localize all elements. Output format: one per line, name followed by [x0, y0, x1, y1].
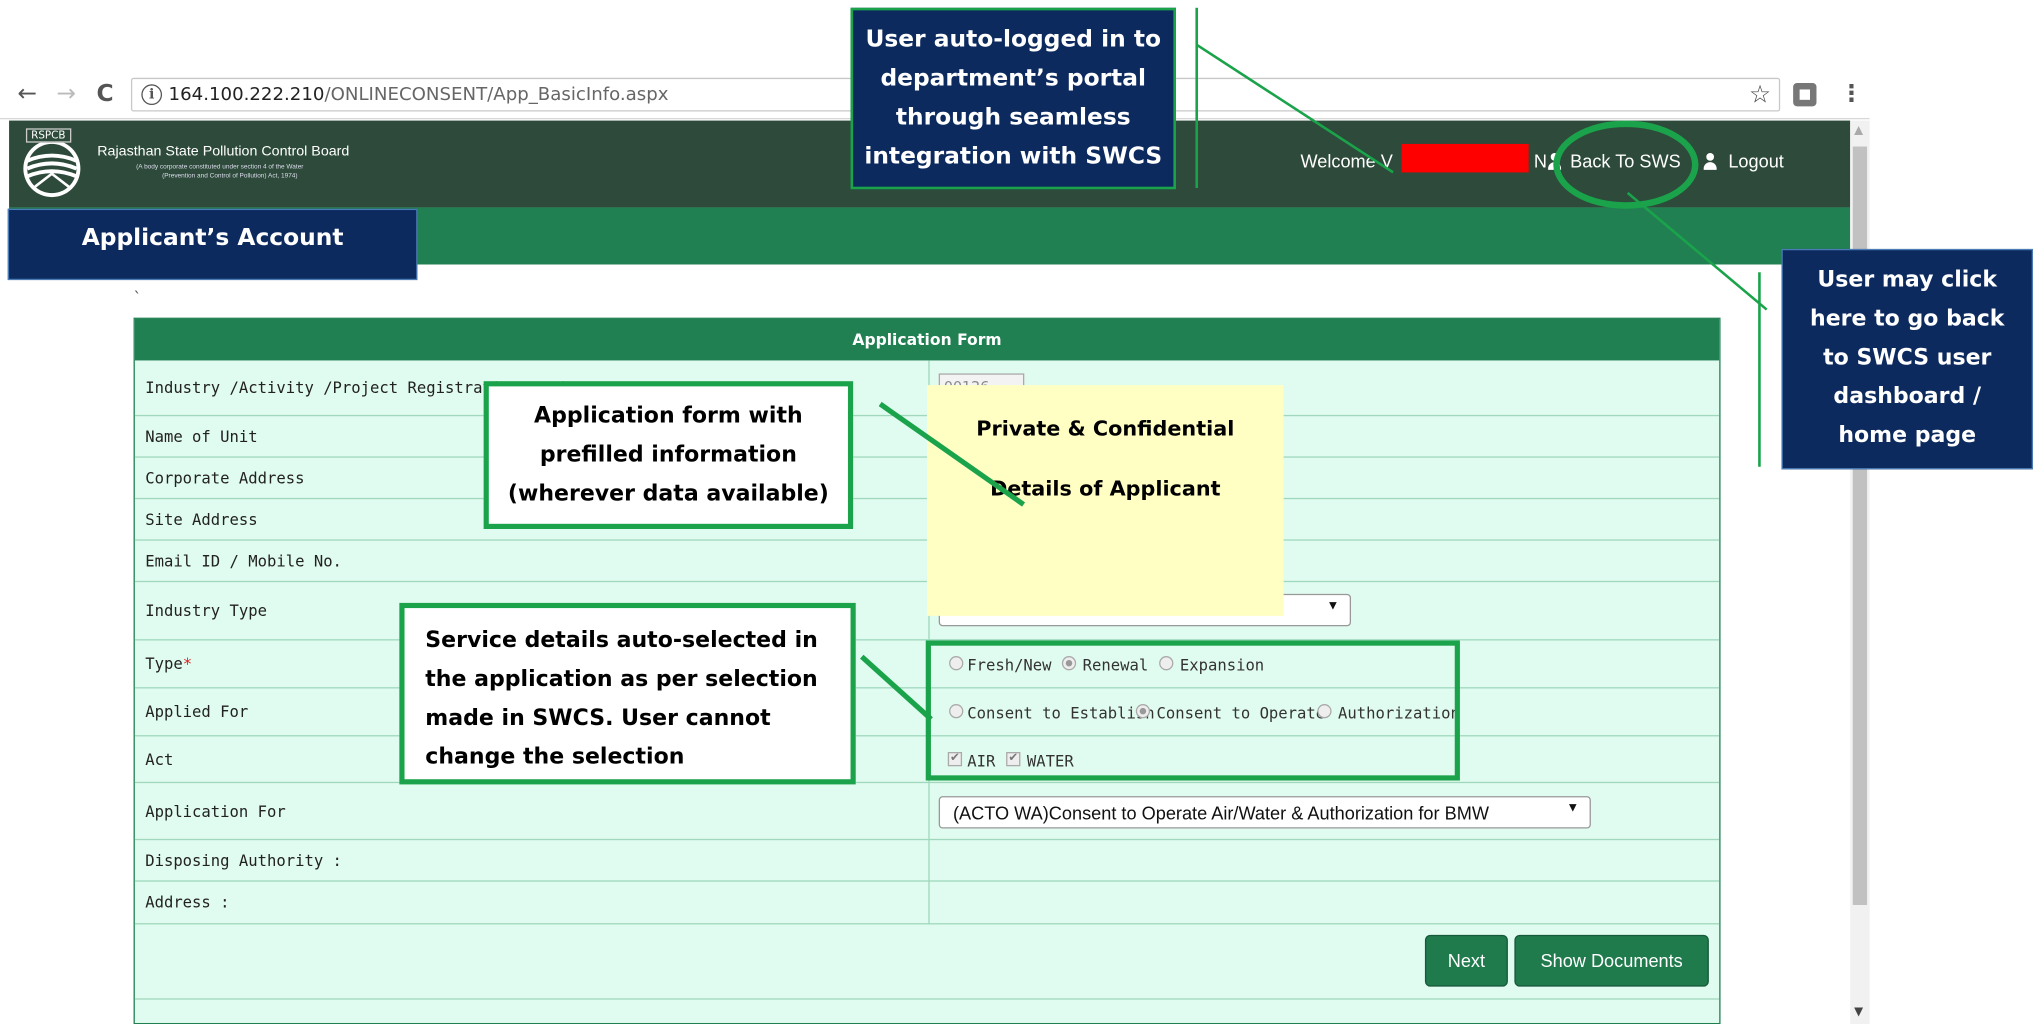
next-button[interactable]: Next: [1424, 934, 1508, 987]
form-row: Address :: [134, 882, 1720, 925]
form-title: Application Form: [134, 318, 1720, 361]
form-row: Disposing Authority :: [134, 840, 1720, 882]
logo-abbreviation: RSPCB: [25, 128, 71, 143]
organization-name: Rajasthan State Pollution Control Board: [97, 143, 350, 160]
annotation-line: made in SWCS. User cannot: [425, 705, 771, 732]
confidential-sticky-note: Private & Confidential Details of Applic…: [927, 385, 1284, 616]
annotation-service-details: Service details auto-selected in the app…: [399, 602, 856, 785]
forward-arrow-icon[interactable]: →: [52, 80, 81, 109]
scroll-down-icon[interactable]: ▼: [1854, 1006, 1863, 1019]
chevron-down-icon: ▼: [1566, 801, 1580, 816]
url-text: 164.100.222.210/ONLINECONSENT/App_BasicI…: [169, 84, 669, 105]
screenshot-stage: ← → C i 164.100.222.210/ONLINECONSENT/Ap…: [0, 0, 2033, 1024]
callout-line: [1195, 7, 1199, 189]
back-to-sws-highlight: [1553, 120, 1699, 209]
annotation-line: the application as per selection: [425, 666, 818, 693]
annotation-applicant-account: Applicant’s Account: [7, 208, 418, 281]
annotation-line: User auto-logged in to: [865, 25, 1162, 54]
annotation-line: department’s portal: [880, 64, 1147, 93]
reload-icon[interactable]: C: [91, 80, 120, 109]
annotation-auto-login: User auto-logged in to department’s port…: [850, 7, 1176, 190]
bookmark-star-icon[interactable]: ☆: [1749, 80, 1771, 109]
logout-link[interactable]: Logout: [1728, 150, 1784, 171]
welcome-text-tail: N: [1533, 150, 1547, 172]
show-documents-button[interactable]: Show Documents: [1514, 934, 1709, 987]
application-for-value: (ACTO WA)Consent to Operate Air/Water & …: [952, 802, 1489, 824]
logout-user-icon: [1703, 152, 1717, 171]
browser-menu-icon[interactable]: ⋮: [1840, 80, 1863, 107]
row-label: Application For: [145, 802, 286, 821]
required-marker: *: [182, 654, 193, 673]
extension-icon[interactable]: [1793, 82, 1817, 107]
scroll-up-icon[interactable]: ▲: [1854, 124, 1863, 137]
annotation-go-back: User may click here to go back to SWCS u…: [1781, 248, 2033, 470]
row-label: Industry Type: [145, 601, 267, 620]
callout-line: [1758, 272, 1761, 467]
row-label: Act: [145, 750, 174, 769]
annotation-line: dashboard /: [1833, 383, 1982, 410]
row-label: Site Address: [145, 510, 258, 529]
annotation-line: Service details auto-selected in: [425, 627, 818, 654]
row-label: Disposing Authority :: [145, 851, 342, 870]
url-path: /ONLINECONSENT/App_BasicInfo.aspx: [324, 84, 669, 106]
redaction-box: [1401, 143, 1529, 173]
organization-subtitle-1: (A body corporate constituted under sect…: [136, 163, 304, 172]
url-host: 164.100.222.210: [168, 84, 325, 106]
type-label: Type: [145, 654, 183, 673]
sticky-line: Private & Confidential: [976, 416, 1235, 441]
row-label: Address :: [145, 893, 230, 912]
annotation-line: (wherever data available): [507, 481, 829, 507]
back-arrow-icon[interactable]: ←: [13, 80, 42, 109]
annotation-line: prefilled information: [539, 442, 797, 469]
row-label: Type*: [145, 655, 192, 673]
annotation-line: here to go back: [1809, 305, 2005, 332]
row-label: Applied For: [145, 702, 249, 721]
annotation-line: Application form with: [534, 403, 803, 430]
organization-subtitle-2: (Prevention and Control of Pollution) Ac…: [162, 172, 298, 181]
chevron-down-icon: ▼: [1326, 599, 1340, 614]
service-details-highlight: [925, 640, 1460, 781]
stray-character: `: [133, 289, 142, 308]
annotation-line: home page: [1838, 422, 1977, 449]
annotation-prefilled: Application form with prefilled informat…: [483, 381, 854, 529]
annotation-line: change the selection: [425, 744, 685, 771]
annotation-line: to SWCS user: [1823, 344, 1992, 371]
row-label: Name of Unit: [145, 427, 258, 447]
annotation-line: through seamless: [895, 103, 1131, 131]
sticky-line: Details of Applicant: [990, 475, 1221, 501]
row-label: Email ID / Mobile No.: [145, 552, 342, 571]
row-label: Corporate Address: [145, 469, 305, 488]
annotation-line: User may click: [1817, 267, 1998, 294]
application-for-select[interactable]: (ACTO WA)Consent to Operate Air/Water & …: [938, 796, 1591, 829]
info-icon[interactable]: i: [141, 84, 163, 106]
annotation-line: integration with SWCS: [864, 142, 1163, 170]
